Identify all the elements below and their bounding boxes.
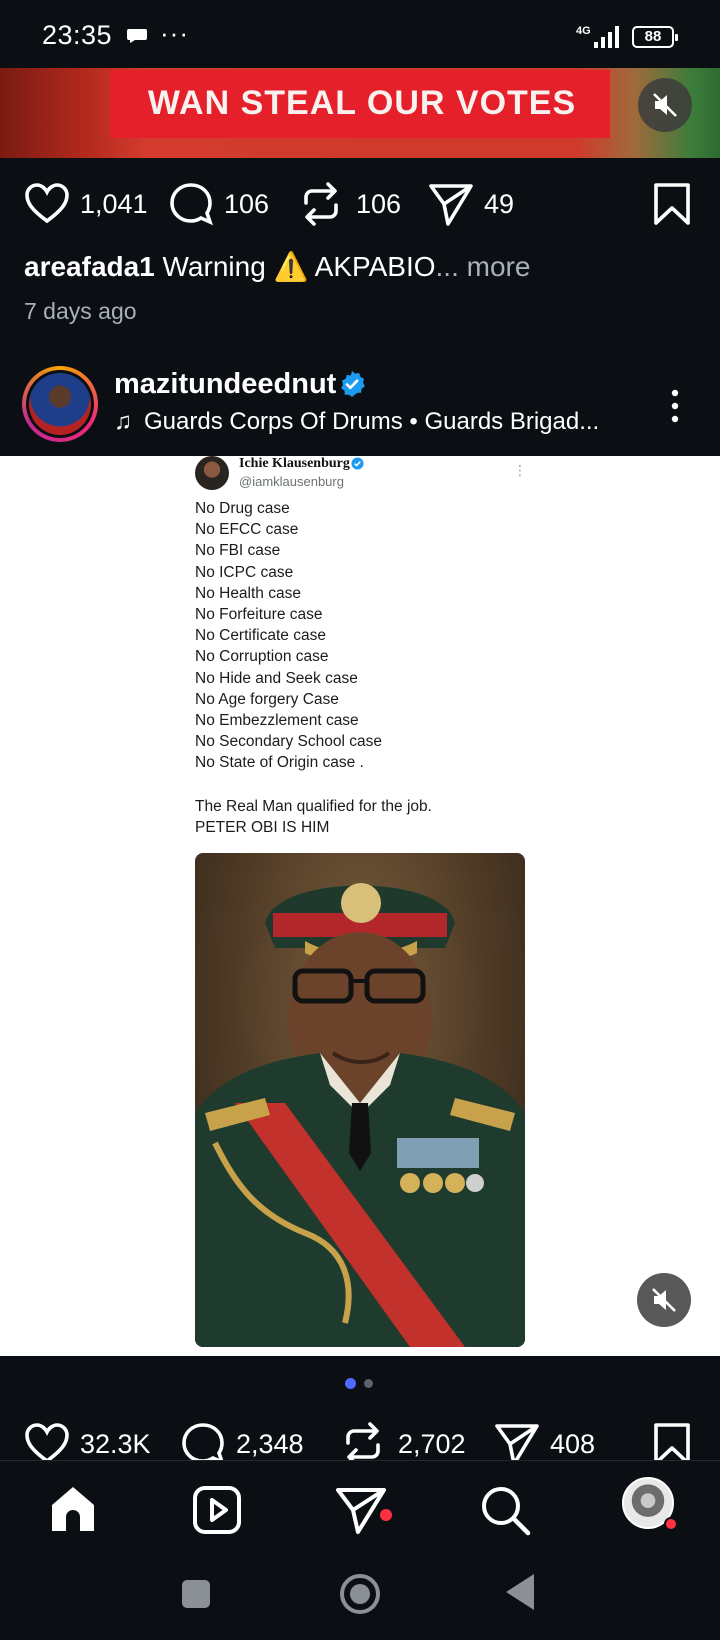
portrait-illustration [195, 883, 525, 1347]
repost-button[interactable]: 2,702 [342, 1414, 466, 1460]
story-ring[interactable] [22, 366, 98, 442]
share-button[interactable]: 408 [494, 1414, 595, 1460]
like-count: 32.3K [80, 1428, 151, 1459]
save-button[interactable] [652, 174, 692, 234]
comment-button[interactable]: 106 [168, 174, 269, 234]
share-count: 408 [550, 1428, 596, 1459]
mute-button[interactable] [637, 1273, 691, 1327]
send-icon [429, 184, 473, 226]
tweet-avatar [195, 456, 229, 490]
post-username[interactable]: mazitundeednut [114, 368, 336, 401]
tweet-line: No Forfeiture case [195, 606, 323, 624]
repost-icon [346, 1422, 380, 1460]
paper-plane-icon[interactable] [334, 1483, 388, 1537]
repost-icon [304, 182, 338, 226]
tweet-line: No FBI case [195, 542, 281, 560]
message-bubble-icon [127, 29, 147, 43]
status-more-dots: ··· [160, 18, 189, 48]
tweet-line: No Drug case [195, 500, 290, 517]
bottom-tab-bar [0, 1460, 720, 1560]
tweet-name: Ichie Klausenburg [239, 456, 350, 471]
repost-count: 2,702 [398, 1428, 466, 1459]
previous-post-media[interactable]: WAN STEAL OUR VOTES [0, 68, 720, 158]
tweet-line: No Age forgery Case [195, 690, 339, 708]
tweet-line: No Embezzlement case [195, 712, 359, 730]
caption-username[interactable]: areafada1 [24, 251, 155, 282]
like-button[interactable]: 32.3K [24, 1414, 151, 1460]
tweet-line: No Corruption case [195, 648, 329, 666]
battery-indicator: 88 [632, 26, 678, 48]
system-navigation-bar [0, 1560, 720, 1640]
comment-icon [170, 183, 213, 226]
tweet-line: No Secondary School case [195, 733, 382, 751]
tweet-line: No Hide and Seek case [195, 669, 358, 687]
avatar-image [29, 373, 91, 435]
music-label[interactable]: ♫ Guards Corps Of Drums • Guards Brigad.… [114, 408, 599, 436]
previous-post-caption[interactable]: areafada1 Warning ⚠️ AKPABIO... more [24, 250, 530, 283]
tweet-line: No EFCC case [195, 521, 299, 539]
bookmark-icon [654, 183, 690, 225]
network-type: 4G [576, 25, 591, 37]
carousel-indicator [0, 1378, 720, 1392]
repost-count: 106 [356, 188, 402, 219]
music-note-icon: ♫ [114, 408, 132, 435]
heart-icon [25, 183, 69, 224]
tweet-footer-line: The Real Man qualified for the job. [195, 798, 432, 815]
more-options-icon[interactable] [660, 386, 690, 426]
search-icon[interactable] [478, 1483, 532, 1537]
tweet-line: No Health case [195, 584, 301, 602]
tweet-line: No State of Origin case . [195, 754, 364, 772]
caption-text: Warning ⚠️ AKPABIO [154, 251, 436, 282]
verified-badge-icon [341, 371, 365, 397]
like-button[interactable]: 1,041 [24, 174, 148, 234]
signal-icon [594, 26, 619, 48]
mute-button[interactable] [638, 78, 692, 132]
previous-post-actions: 1,041 106 106 49 [0, 174, 720, 234]
carousel-dot-active [345, 1378, 356, 1389]
back-button[interactable] [506, 1574, 534, 1610]
home-icon[interactable] [46, 1483, 100, 1537]
portrait-photo [195, 853, 525, 1347]
comment-count: 106 [224, 188, 270, 219]
music-title: Guards Corps Of Drums • Guards Brigad... [144, 408, 600, 435]
banner-text: WAN STEAL OUR VOTES [147, 84, 577, 122]
post-time-ago: 7 days ago [24, 298, 137, 324]
status-time: 23:35 [42, 20, 113, 50]
tweet-line: No Certificate case [195, 627, 326, 645]
like-count: 1,041 [80, 188, 148, 219]
carousel-dot [364, 1379, 373, 1388]
home-button[interactable] [340, 1574, 380, 1614]
status-bar: 23:35 ··· 4G 88 [0, 0, 720, 68]
share-button[interactable]: 49 [428, 174, 514, 234]
messages-notification-dot [380, 1509, 392, 1521]
tweet-handle: @iamklausenburg [239, 474, 344, 489]
tweet-verified-icon [351, 457, 364, 470]
speaker-muted-icon [653, 93, 677, 117]
post-actions: 32.3K 2,348 2,702 408 [0, 1410, 720, 1460]
recents-button[interactable] [182, 1580, 210, 1608]
reels-icon[interactable] [190, 1483, 244, 1537]
comment-icon [182, 1423, 224, 1460]
profile-notification-dot [664, 1517, 678, 1531]
post-header: mazitundeednut ♫ Guards Corps Of Drums •… [0, 362, 720, 452]
tweet-line: No ICPC case [195, 563, 294, 581]
tweet-menu-icon: ⋮ [513, 462, 527, 478]
heart-icon [25, 1423, 69, 1460]
speaker-muted-icon [652, 1288, 676, 1312]
post-media[interactable]: Ichie Klausenburg @iamklausenburg ⋮ No D… [0, 456, 720, 1356]
tweet-footer-line: PETER OBI IS HIM [195, 819, 330, 837]
send-icon [495, 1424, 539, 1460]
comment-button[interactable]: 2,348 [180, 1414, 304, 1460]
repost-button[interactable]: 106 [300, 174, 401, 234]
avatar [26, 370, 94, 438]
share-count: 49 [484, 188, 515, 219]
caption-more-link[interactable]: ... more [436, 251, 531, 282]
save-button[interactable] [652, 1414, 692, 1460]
tweet-footer: The Real Man qualified for the job. PETE… [195, 796, 535, 838]
bookmark-icon [654, 1423, 690, 1460]
comment-count: 2,348 [236, 1428, 304, 1459]
tweet-body: No Drug case No EFCC case No FBI case No… [195, 498, 535, 774]
